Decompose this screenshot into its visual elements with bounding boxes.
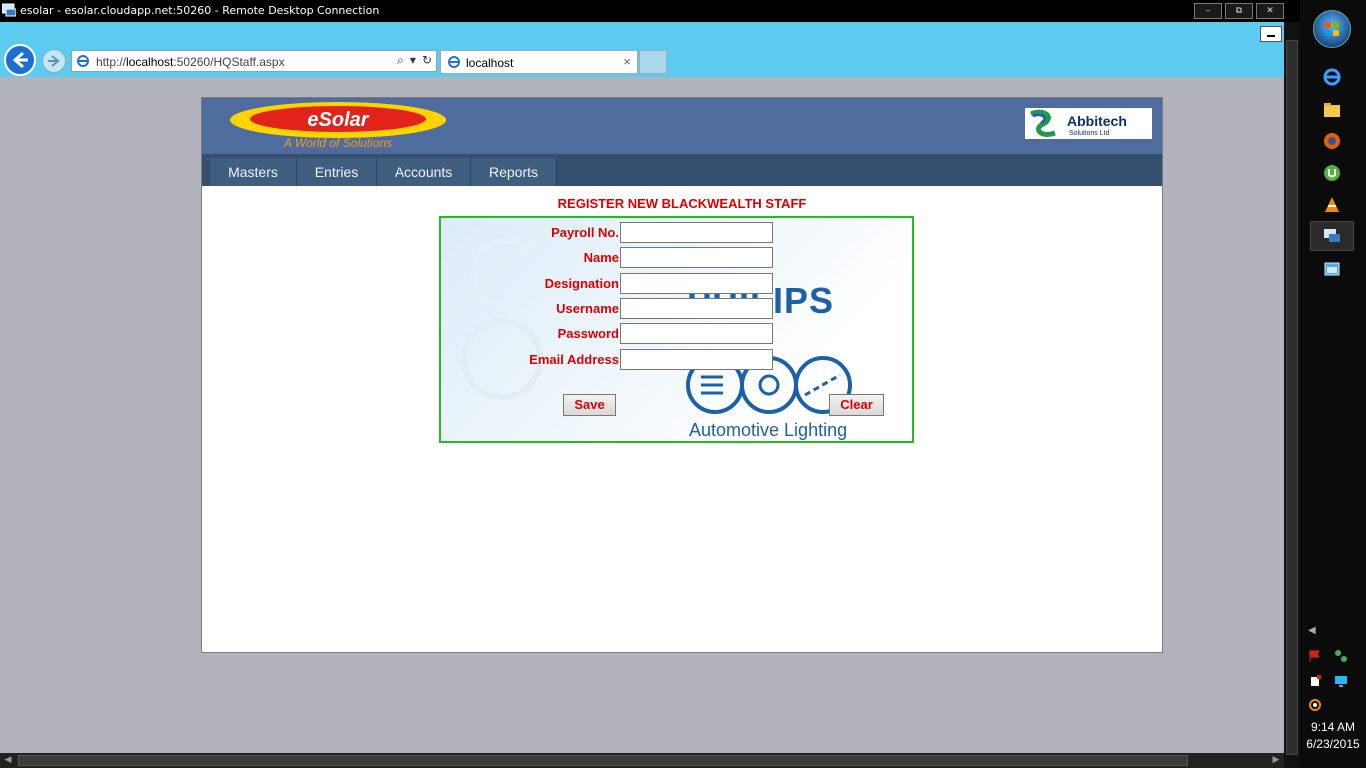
username-label: Username — [556, 301, 619, 316]
browser-window: http://localhost:50260/HQStaff.aspx ⌕ ▾ … — [0, 22, 1284, 753]
password-label: Password — [557, 326, 619, 341]
name-input[interactable] — [620, 247, 773, 268]
payroll-label: Payroll No. — [551, 225, 619, 240]
payroll-input[interactable] — [620, 222, 773, 243]
email-input[interactable] — [620, 349, 773, 370]
volume-icon[interactable] — [1308, 698, 1322, 712]
nav-accounts[interactable]: Accounts — [377, 158, 471, 186]
windows-logo-icon — [1325, 22, 1339, 36]
taskbar-remote-desktop[interactable] — [1310, 221, 1354, 251]
horizontal-scrollbar[interactable]: ◀ ▶ — [0, 753, 1284, 768]
tab-localhost[interactable]: localhost × — [440, 50, 638, 74]
restore-button[interactable]: ⧉ — [1225, 3, 1253, 19]
ie-tab-icon — [448, 56, 460, 68]
scroll-right-icon[interactable]: ▶ — [1270, 755, 1282, 766]
browser-toolbar: http://localhost:50260/HQStaff.aspx ⌕ ▾ … — [0, 22, 1284, 77]
designation-label: Designation — [544, 276, 619, 291]
abbitech-logo: Abbitech Solutions Ltd — [1025, 108, 1152, 139]
network-icon[interactable] — [1334, 649, 1348, 663]
rdp-window-title: esolar - esolar.cloudapp.net:50260 - Rem… — [20, 4, 380, 17]
window-manager-icon — [1324, 262, 1340, 276]
ie-page-icon — [77, 55, 89, 67]
site-header: eSolar A World of Solutions Abbitech Sol… — [202, 98, 1162, 154]
register-staff-form: PHILIPS Automotive Lighting Payroll No. … — [439, 216, 914, 443]
address-url[interactable]: http://localhost:50260/HQStaff.aspx — [96, 55, 285, 69]
forward-button[interactable] — [42, 49, 66, 73]
nav-masters[interactable]: Masters — [210, 158, 297, 186]
name-label: Name — [583, 250, 619, 265]
esolar-logo-text: eSolar — [307, 109, 369, 131]
taskbar-utorrent[interactable] — [1310, 158, 1354, 188]
clock-time[interactable]: 9:14 AM — [1300, 720, 1366, 734]
rdp-window-controls: – ⧉ ✕ — [1194, 3, 1287, 19]
action-center-flag-icon[interactable] — [1308, 649, 1322, 663]
abbitech-logo-text: Abbitech — [1067, 113, 1127, 129]
forward-arrow-icon — [48, 55, 60, 67]
close-button[interactable]: ✕ — [1256, 3, 1284, 19]
abbitech-logo-sub: Solutions Ltd — [1069, 130, 1110, 137]
username-input[interactable] — [620, 298, 773, 319]
main-nav: Masters Entries Accounts Reports — [202, 154, 1162, 186]
taskbar-explorer[interactable] — [1310, 95, 1354, 125]
show-hidden-icons-icon[interactable]: ◀ — [1308, 625, 1322, 639]
field-row-email: Email Address — [441, 349, 912, 371]
back-arrow-icon — [12, 51, 28, 69]
dropdown-icon[interactable]: ▾ — [410, 53, 416, 68]
taskbar-ie[interactable] — [1310, 62, 1354, 92]
remote-desktop-icon — [2, 3, 16, 17]
address-bar[interactable]: http://localhost:50260/HQStaff.aspx ⌕ ▾ … — [71, 50, 437, 72]
nav-entries[interactable]: Entries — [297, 158, 377, 186]
field-row-name: Name — [441, 247, 912, 269]
vertical-scroll-thumb[interactable] — [1286, 40, 1298, 755]
taskbar-window-manager[interactable] — [1310, 254, 1354, 284]
tab-close-icon[interactable]: × — [623, 54, 631, 69]
horizontal-scroll-thumb[interactable] — [18, 755, 1188, 766]
search-icon[interactable]: ⌕ — [397, 53, 404, 68]
field-row-username: Username — [441, 298, 912, 320]
vertical-scrollbar[interactable] — [1284, 22, 1300, 768]
remote-desktop-icon — [1324, 229, 1340, 242]
taskbar-vlc[interactable] — [1310, 190, 1354, 220]
web-page: eSolar A World of Solutions Abbitech Sol… — [201, 97, 1163, 653]
esolar-tagline: A World of Solutions — [283, 136, 392, 150]
back-button[interactable] — [4, 44, 36, 76]
email-label: Email Address — [529, 352, 619, 367]
minimize-pane-button[interactable] — [1260, 26, 1282, 42]
file-explorer-icon — [1324, 103, 1340, 117]
save-button[interactable]: Save — [563, 394, 616, 416]
internet-explorer-icon — [1323, 68, 1341, 86]
power-icon[interactable] — [1308, 674, 1322, 688]
rdp-titlebar: esolar - esolar.cloudapp.net:50260 - Rem… — [0, 0, 1366, 22]
password-input[interactable] — [620, 323, 773, 344]
new-tab-button[interactable] — [639, 50, 667, 74]
automotive-lighting-caption: Automotive Lighting — [689, 420, 848, 440]
start-button[interactable] — [1313, 10, 1351, 48]
clock-date[interactable]: 6/23/2015 — [1300, 737, 1366, 751]
taskbar: ◀ 9:14 AM 6/23/2015 — [1300, 0, 1366, 768]
form-title: REGISTER NEW BLACKWEALTH STAFF — [557, 196, 807, 211]
field-row-payroll: Payroll No. — [441, 222, 912, 244]
designation-input[interactable] — [620, 273, 773, 294]
firefox-icon — [1324, 133, 1340, 149]
vlc-icon — [1325, 197, 1339, 212]
monitor-icon[interactable] — [1334, 674, 1348, 688]
minimize-button[interactable]: – — [1194, 3, 1222, 19]
utorrent-icon — [1324, 165, 1340, 181]
refresh-icon[interactable]: ↻ — [422, 53, 432, 68]
taskbar-firefox[interactable] — [1310, 126, 1354, 156]
clear-button[interactable]: Clear — [829, 394, 884, 416]
nav-reports[interactable]: Reports — [471, 158, 557, 186]
field-row-password: Password — [441, 323, 912, 345]
tab-label: localhost — [466, 56, 514, 70]
field-row-designation: Designation — [441, 273, 912, 295]
esolar-logo[interactable]: eSolar A World of Solutions — [228, 100, 448, 150]
scroll-left-icon[interactable]: ◀ — [2, 755, 14, 766]
